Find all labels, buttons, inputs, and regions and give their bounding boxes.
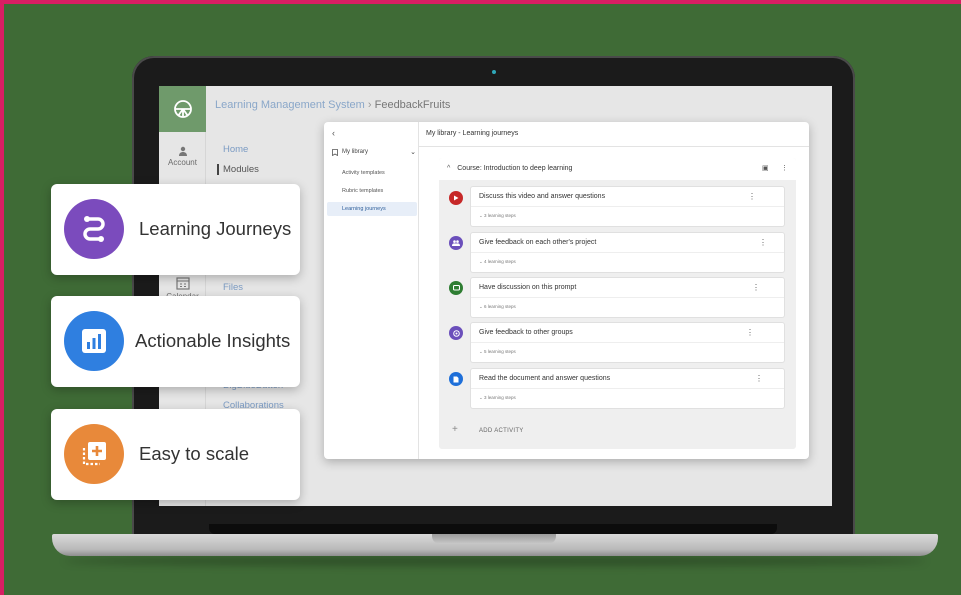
breadcrumb-current: FeedbackFruits: [374, 99, 451, 111]
account-label: Account: [168, 158, 197, 167]
learning-steps-count: 3 learning steps: [484, 395, 516, 400]
more-options-icon[interactable]: ⋮: [746, 328, 754, 337]
learning-steps-toggle[interactable]: ⌄ 3 learning steps: [479, 395, 516, 401]
library-modal: ‹ My library ⌄ Activity templates Rubric…: [324, 122, 809, 459]
activity-card[interactable]: Read the document and answer questions ⋮…: [471, 369, 784, 408]
calendar-icon: [175, 277, 190, 290]
more-options-icon[interactable]: ⋮: [755, 374, 763, 383]
laptop-notch: [432, 534, 556, 544]
activity-title: Discuss this video and answer questions: [479, 193, 606, 200]
activity-card[interactable]: Give feedback to other groups ⋮ ⌄ 5 lear…: [471, 323, 784, 362]
modal-header-title: My library - Learning journeys: [419, 122, 809, 147]
feature-label: Easy to scale: [139, 443, 250, 464]
lms-logo[interactable]: [159, 86, 206, 132]
add-activity-button[interactable]: + ADD ACTIVITY: [439, 420, 796, 442]
route-icon: [64, 199, 124, 259]
divider: [471, 206, 784, 207]
document-icon: [449, 372, 463, 386]
add-copy-icon: [64, 424, 124, 484]
learning-steps-toggle[interactable]: ⌄ 3 learning steps: [479, 213, 516, 219]
my-library-toggle[interactable]: My library ⌄: [332, 148, 416, 156]
activity-card[interactable]: Have discussion on this prompt ⋮ ⌄ 6 lea…: [471, 278, 784, 317]
more-options-icon[interactable]: ⋮: [759, 238, 767, 247]
breadcrumb-separator: ›: [367, 99, 372, 111]
library-item-activity-templates[interactable]: Activity templates: [327, 166, 417, 180]
feature-card-easy-to-scale: Easy to scale: [51, 409, 300, 500]
learning-steps-count: 6 learning steps: [484, 304, 516, 309]
feature-label: Actionable Insights: [135, 330, 291, 351]
lms-logo-icon: [173, 100, 192, 118]
activity-card[interactable]: Discuss this video and answer questions …: [471, 187, 784, 226]
bar-chart-icon: [64, 311, 124, 371]
course-header[interactable]: ^ Course: Introduction to deep learning …: [439, 158, 796, 180]
calendar-icon[interactable]: ▣: [762, 164, 769, 172]
account-nav-item[interactable]: Account: [159, 146, 206, 167]
group-icon: [449, 236, 463, 250]
feature-label: Learning Journeys: [139, 218, 292, 239]
course-panel: ^ Course: Introduction to deep learning …: [439, 158, 796, 449]
groups-icon: [449, 326, 463, 340]
bookmark-icon: [332, 148, 338, 156]
course-nav-home[interactable]: Home: [223, 144, 248, 155]
course-nav-modules[interactable]: Modules: [217, 164, 259, 175]
plus-icon: +: [452, 424, 458, 435]
breadcrumb-app[interactable]: Learning Management System: [215, 99, 365, 111]
activity-card[interactable]: Give feedback on each other's project ⋮ …: [471, 233, 784, 272]
library-item-rubric-templates[interactable]: Rubric templates: [327, 184, 417, 198]
more-options-icon[interactable]: ⋮: [781, 164, 788, 172]
chevron-down-icon: ⌄: [410, 149, 416, 156]
add-activity-label: ADD ACTIVITY: [479, 428, 524, 434]
more-options-icon[interactable]: ⋮: [752, 283, 760, 292]
laptop-hinge: [209, 524, 777, 534]
course-nav-files[interactable]: Files: [223, 282, 243, 293]
divider: [471, 252, 784, 253]
my-library-label: My library: [342, 149, 369, 155]
course-title: Course: Introduction to deep learning: [457, 165, 573, 172]
activity-title: Read the document and answer questions: [479, 375, 611, 382]
back-button[interactable]: ‹: [332, 128, 335, 138]
breadcrumb: Learning Management System › FeedbackFru…: [215, 99, 450, 111]
divider: [471, 388, 784, 389]
collapse-chevron-icon[interactable]: ^: [447, 165, 450, 172]
camera-icon: [492, 70, 496, 74]
learning-steps-count: 4 learning steps: [484, 259, 516, 264]
activity-title: Give feedback to other groups: [479, 329, 573, 336]
learning-steps-toggle[interactable]: ⌄ 5 learning steps: [479, 349, 516, 355]
feature-card-actionable-insights: Actionable Insights: [51, 296, 300, 387]
chat-icon: [449, 281, 463, 295]
feature-card-learning-journeys: Learning Journeys: [51, 184, 300, 275]
play-icon: [449, 191, 463, 205]
account-icon: [178, 146, 187, 156]
promo-background: Account Calendar Learning Management Sys…: [0, 0, 961, 595]
library-sidebar: ‹ My library ⌄ Activity templates Rubric…: [324, 122, 419, 459]
learning-steps-toggle[interactable]: ⌄ 4 learning steps: [479, 259, 516, 265]
divider: [471, 297, 784, 298]
library-item-learning-journeys[interactable]: Learning journeys: [327, 202, 417, 216]
more-options-icon[interactable]: ⋮: [748, 192, 756, 201]
laptop-shadow: [64, 556, 926, 566]
divider: [471, 342, 784, 343]
learning-steps-count: 3 learning steps: [484, 213, 516, 218]
learning-steps-toggle[interactable]: ⌄ 6 learning steps: [479, 304, 516, 310]
learning-steps-count: 5 learning steps: [484, 349, 516, 354]
activity-title: Have discussion on this prompt: [479, 284, 577, 291]
activity-title: Give feedback on each other's project: [479, 239, 597, 246]
